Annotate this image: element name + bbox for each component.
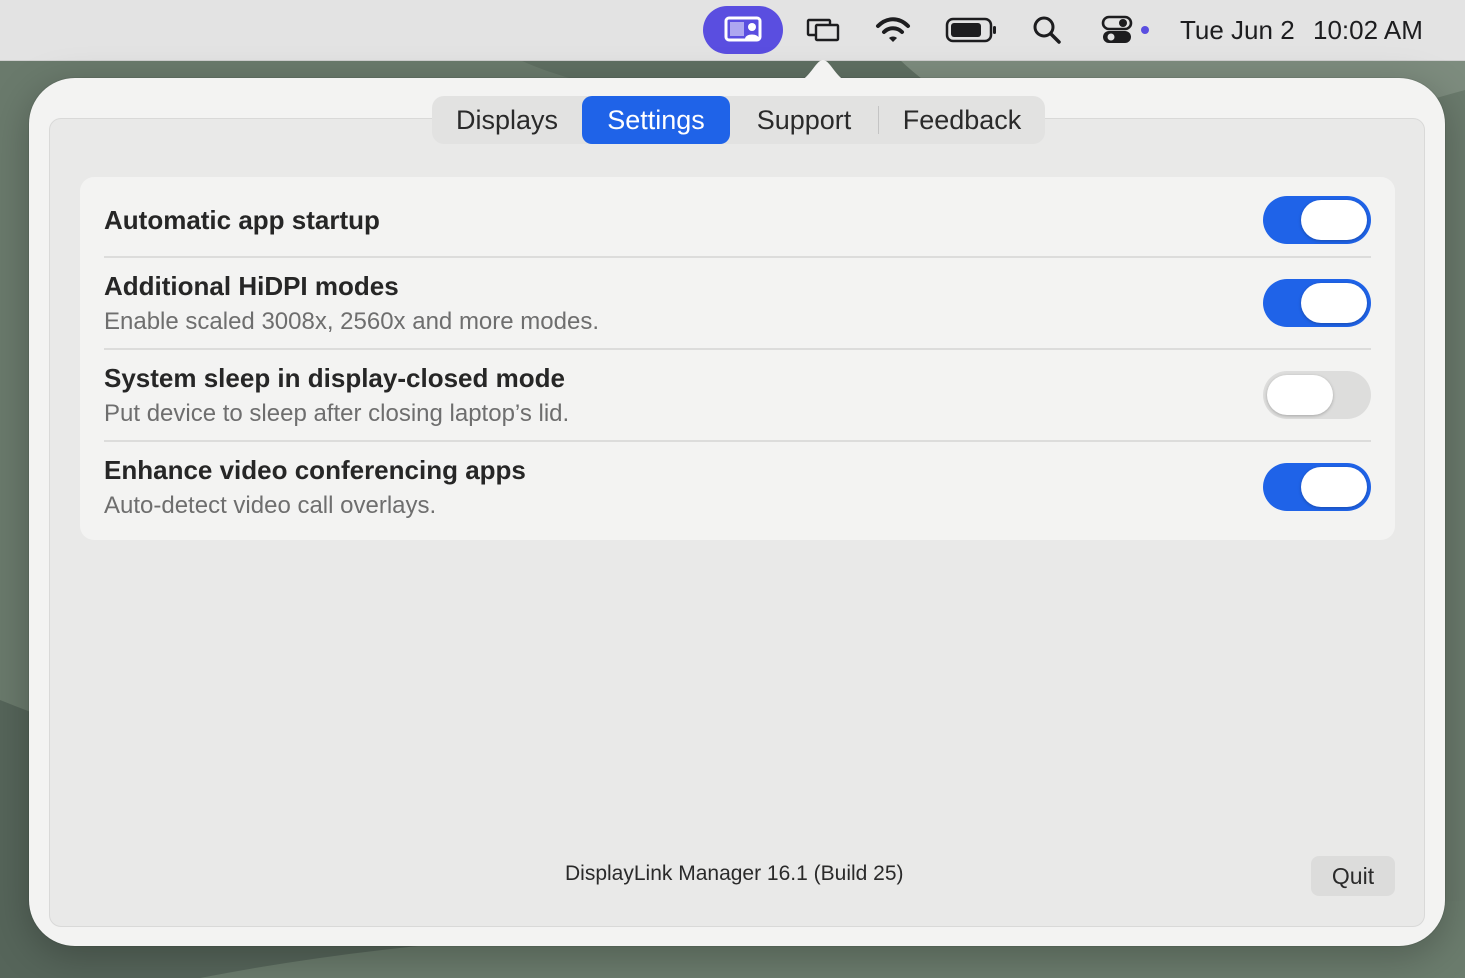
popover-arrow (795, 60, 851, 82)
tab-settings[interactable]: Settings (582, 96, 730, 144)
setting-row-video-conferencing: Enhance video conferencing apps Auto-det… (104, 442, 1371, 538)
setting-title: Automatic app startup (104, 205, 380, 235)
wifi-icon[interactable] (870, 0, 916, 60)
setting-title: Additional HiDPI modes (104, 271, 399, 301)
quit-button[interactable]: Quit (1311, 856, 1395, 896)
settings-card: Automatic app startup Additional HiDPI m… (80, 177, 1395, 540)
toggle-knob (1301, 467, 1367, 507)
setting-row-hidpi: Additional HiDPI modes Enable scaled 300… (104, 258, 1371, 348)
toggle-knob (1301, 200, 1367, 240)
control-center-icon[interactable] (1098, 0, 1154, 60)
display-mirror-icon[interactable] (800, 0, 846, 60)
menubar-date[interactable]: Tue Jun 2 (1180, 0, 1295, 60)
toggle-knob (1301, 283, 1367, 323)
hidpi-toggle[interactable] (1263, 279, 1371, 327)
spotlight-search-icon[interactable] (1026, 0, 1068, 60)
version-label: DisplayLink Manager 16.1 (Build 25) (565, 862, 904, 885)
setting-subtitle: Auto-detect video call overlays. (104, 492, 437, 519)
toggle-knob (1267, 375, 1333, 415)
battery-icon[interactable] (944, 0, 1000, 60)
setting-row-auto-startup: Automatic app startup (104, 177, 1371, 257)
tab-displays[interactable]: Displays (432, 96, 582, 144)
menu-bar: Tue Jun 2 10:02 AM (0, 0, 1465, 61)
displaylink-app-icon[interactable] (703, 6, 783, 54)
video-conferencing-toggle[interactable] (1263, 463, 1371, 511)
setting-title: Enhance video conferencing apps (104, 455, 526, 485)
setting-row-system-sleep: System sleep in display-closed mode Put … (104, 350, 1371, 440)
tab-feedback[interactable]: Feedback (879, 96, 1045, 144)
auto-startup-toggle[interactable] (1263, 196, 1371, 244)
tab-support[interactable]: Support (730, 96, 878, 144)
setting-subtitle: Put device to sleep after closing laptop… (104, 400, 570, 427)
tab-bar: Displays Settings Support Feedback (432, 96, 1045, 144)
system-sleep-toggle[interactable] (1263, 371, 1371, 419)
setting-subtitle: Enable scaled 3008x, 2560x and more mode… (104, 308, 599, 335)
setting-title: System sleep in display-closed mode (104, 363, 565, 393)
menubar-time[interactable]: 10:02 AM (1313, 0, 1423, 60)
